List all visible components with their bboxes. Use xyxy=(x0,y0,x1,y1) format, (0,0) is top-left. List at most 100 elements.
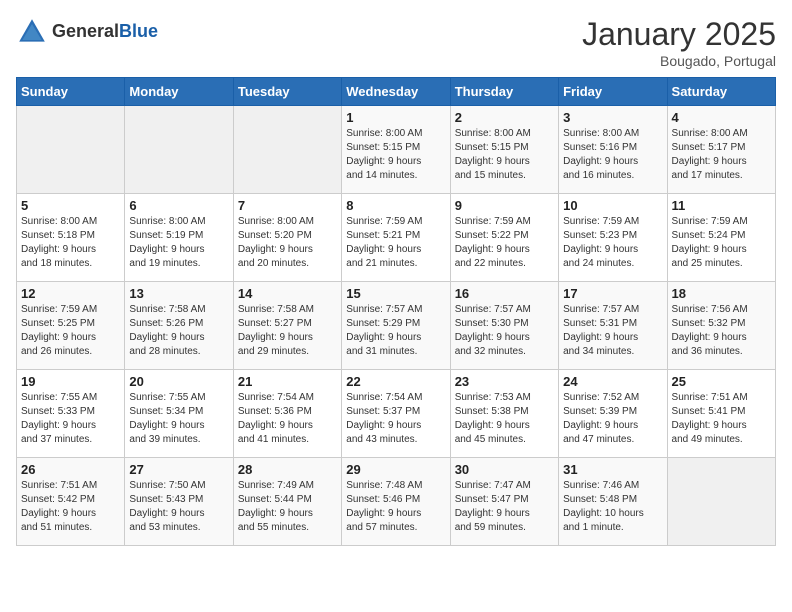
header-day-friday: Friday xyxy=(559,78,667,106)
day-info: Sunrise: 7:59 AM Sunset: 5:22 PM Dayligh… xyxy=(455,215,554,271)
day-cell: 8 Sunrise: 7:59 AM Sunset: 5:21 PM Daylig… xyxy=(342,194,450,282)
day-info: Sunrise: 8:00 AM Sunset: 5:19 PM Dayligh… xyxy=(129,215,228,271)
day-number: 24 xyxy=(563,374,662,389)
day-number: 19 xyxy=(21,374,120,389)
day-cell: 21 Sunrise: 7:54 AM Sunset: 5:36 PM Dayli… xyxy=(233,370,341,458)
day-info: Sunrise: 7:48 AM Sunset: 5:46 PM Dayligh… xyxy=(346,479,445,535)
day-cell: 14Sunrise: 7:58 AM Sunset: 5:27 PM Dayli… xyxy=(233,282,341,370)
day-info: Sunrise: 7:46 AM Sunset: 5:48 PM Dayligh… xyxy=(563,479,662,535)
logo: GeneralBlue xyxy=(16,16,158,48)
header-day-tuesday: Tuesday xyxy=(233,78,341,106)
day-info: Sunrise: 7:54 AM Sunset: 5:36 PM Dayligh… xyxy=(238,391,337,447)
day-cell: 15 Sunrise: 7:57 AM Sunset: 5:29 PM Dayli… xyxy=(342,282,450,370)
day-number: 30 xyxy=(455,462,554,477)
day-number: 11 xyxy=(672,198,771,213)
day-number: 27 xyxy=(129,462,228,477)
calendar-header: SundayMondayTuesdayWednesdayThursdayFrid… xyxy=(17,78,776,106)
day-number: 15 xyxy=(346,286,445,301)
day-cell: 5Sunrise: 8:00 AM Sunset: 5:18 PM Daylig… xyxy=(17,194,125,282)
day-number: 28 xyxy=(238,462,337,477)
logo-blue-text: Blue xyxy=(119,21,158,41)
day-info: Sunrise: 8:00 AM Sunset: 5:20 PM Dayligh… xyxy=(238,215,337,271)
header-day-sunday: Sunday xyxy=(17,78,125,106)
day-number: 8 xyxy=(346,198,445,213)
day-info: Sunrise: 7:58 AM Sunset: 5:27 PM Dayligh… xyxy=(238,303,337,359)
day-cell: 27 Sunrise: 7:50 AM Sunset: 5:43 PM Dayli… xyxy=(125,458,233,546)
logo-icon xyxy=(16,16,48,48)
logo-general-text: General xyxy=(52,21,119,41)
month-title: January 2025 xyxy=(582,16,776,53)
day-info: Sunrise: 7:57 AM Sunset: 5:29 PM Dayligh… xyxy=(346,303,445,359)
day-number: 10 xyxy=(563,198,662,213)
week-row-5: 26Sunrise: 7:51 AM Sunset: 5:42 PM Dayli… xyxy=(17,458,776,546)
day-number: 17 xyxy=(563,286,662,301)
day-cell: 31Sunrise: 7:46 AM Sunset: 5:48 PM Dayli… xyxy=(559,458,667,546)
day-number: 1 xyxy=(346,110,445,125)
day-number: 21 xyxy=(238,374,337,389)
day-cell: 9 Sunrise: 7:59 AM Sunset: 5:22 PM Daylig… xyxy=(450,194,558,282)
day-cell: 11 Sunrise: 7:59 AM Sunset: 5:24 PM Dayli… xyxy=(667,194,775,282)
day-info: Sunrise: 7:55 AM Sunset: 5:33 PM Dayligh… xyxy=(21,391,120,447)
day-cell: 10Sunrise: 7:59 AM Sunset: 5:23 PM Dayli… xyxy=(559,194,667,282)
day-info: Sunrise: 7:53 AM Sunset: 5:38 PM Dayligh… xyxy=(455,391,554,447)
day-cell: 30 Sunrise: 7:47 AM Sunset: 5:47 PM Dayli… xyxy=(450,458,558,546)
week-row-3: 12 Sunrise: 7:59 AM Sunset: 5:25 PM Dayli… xyxy=(17,282,776,370)
day-cell: 20 Sunrise: 7:55 AM Sunset: 5:34 PM Dayli… xyxy=(125,370,233,458)
day-cell xyxy=(233,106,341,194)
location-subtitle: Bougado, Portugal xyxy=(582,53,776,69)
header-row: SundayMondayTuesdayWednesdayThursdayFrid… xyxy=(17,78,776,106)
day-info: Sunrise: 7:52 AM Sunset: 5:39 PM Dayligh… xyxy=(563,391,662,447)
day-info: Sunrise: 8:00 AM Sunset: 5:16 PM Dayligh… xyxy=(563,127,662,183)
day-cell: 26Sunrise: 7:51 AM Sunset: 5:42 PM Dayli… xyxy=(17,458,125,546)
day-cell: 1 Sunrise: 8:00 AM Sunset: 5:15 PM Daylig… xyxy=(342,106,450,194)
day-cell xyxy=(667,458,775,546)
day-number: 9 xyxy=(455,198,554,213)
day-number: 3 xyxy=(563,110,662,125)
day-cell: 19 Sunrise: 7:55 AM Sunset: 5:33 PM Dayli… xyxy=(17,370,125,458)
day-number: 29 xyxy=(346,462,445,477)
day-info: Sunrise: 7:57 AM Sunset: 5:30 PM Dayligh… xyxy=(455,303,554,359)
day-cell: 23Sunrise: 7:53 AM Sunset: 5:38 PM Dayli… xyxy=(450,370,558,458)
day-cell: 24 Sunrise: 7:52 AM Sunset: 5:39 PM Dayli… xyxy=(559,370,667,458)
day-info: Sunrise: 7:49 AM Sunset: 5:44 PM Dayligh… xyxy=(238,479,337,535)
day-cell: 4Sunrise: 8:00 AM Sunset: 5:17 PM Daylig… xyxy=(667,106,775,194)
day-number: 12 xyxy=(21,286,120,301)
day-info: Sunrise: 8:00 AM Sunset: 5:17 PM Dayligh… xyxy=(672,127,771,183)
day-cell: 29 Sunrise: 7:48 AM Sunset: 5:46 PM Dayli… xyxy=(342,458,450,546)
day-cell: 7 Sunrise: 8:00 AM Sunset: 5:20 PM Daylig… xyxy=(233,194,341,282)
header-day-wednesday: Wednesday xyxy=(342,78,450,106)
day-info: Sunrise: 7:59 AM Sunset: 5:24 PM Dayligh… xyxy=(672,215,771,271)
day-info: Sunrise: 7:57 AM Sunset: 5:31 PM Dayligh… xyxy=(563,303,662,359)
page-header: GeneralBlue January 2025 Bougado, Portug… xyxy=(16,16,776,69)
header-day-saturday: Saturday xyxy=(667,78,775,106)
day-info: Sunrise: 7:55 AM Sunset: 5:34 PM Dayligh… xyxy=(129,391,228,447)
day-info: Sunrise: 8:00 AM Sunset: 5:18 PM Dayligh… xyxy=(21,215,120,271)
day-cell: 18Sunrise: 7:56 AM Sunset: 5:32 PM Dayli… xyxy=(667,282,775,370)
day-info: Sunrise: 7:59 AM Sunset: 5:21 PM Dayligh… xyxy=(346,215,445,271)
week-row-2: 5Sunrise: 8:00 AM Sunset: 5:18 PM Daylig… xyxy=(17,194,776,282)
day-number: 18 xyxy=(672,286,771,301)
calendar-table: SundayMondayTuesdayWednesdayThursdayFrid… xyxy=(16,77,776,546)
day-number: 2 xyxy=(455,110,554,125)
header-day-thursday: Thursday xyxy=(450,78,558,106)
day-info: Sunrise: 7:51 AM Sunset: 5:41 PM Dayligh… xyxy=(672,391,771,447)
day-cell: 6 Sunrise: 8:00 AM Sunset: 5:19 PM Daylig… xyxy=(125,194,233,282)
day-cell xyxy=(17,106,125,194)
day-info: Sunrise: 8:00 AM Sunset: 5:15 PM Dayligh… xyxy=(455,127,554,183)
day-info: Sunrise: 7:58 AM Sunset: 5:26 PM Dayligh… xyxy=(129,303,228,359)
day-cell: 2 Sunrise: 8:00 AM Sunset: 5:15 PM Daylig… xyxy=(450,106,558,194)
week-row-4: 19 Sunrise: 7:55 AM Sunset: 5:33 PM Dayli… xyxy=(17,370,776,458)
day-number: 7 xyxy=(238,198,337,213)
day-cell: 22Sunrise: 7:54 AM Sunset: 5:37 PM Dayli… xyxy=(342,370,450,458)
day-number: 20 xyxy=(129,374,228,389)
day-number: 26 xyxy=(21,462,120,477)
day-info: Sunrise: 7:50 AM Sunset: 5:43 PM Dayligh… xyxy=(129,479,228,535)
day-info: Sunrise: 7:59 AM Sunset: 5:25 PM Dayligh… xyxy=(21,303,120,359)
day-cell: 17 Sunrise: 7:57 AM Sunset: 5:31 PM Dayli… xyxy=(559,282,667,370)
day-number: 6 xyxy=(129,198,228,213)
day-info: Sunrise: 7:47 AM Sunset: 5:47 PM Dayligh… xyxy=(455,479,554,535)
week-row-1: 1 Sunrise: 8:00 AM Sunset: 5:15 PM Daylig… xyxy=(17,106,776,194)
day-cell: 28 Sunrise: 7:49 AM Sunset: 5:44 PM Dayli… xyxy=(233,458,341,546)
day-cell: 12 Sunrise: 7:59 AM Sunset: 5:25 PM Dayli… xyxy=(17,282,125,370)
day-info: Sunrise: 8:00 AM Sunset: 5:15 PM Dayligh… xyxy=(346,127,445,183)
